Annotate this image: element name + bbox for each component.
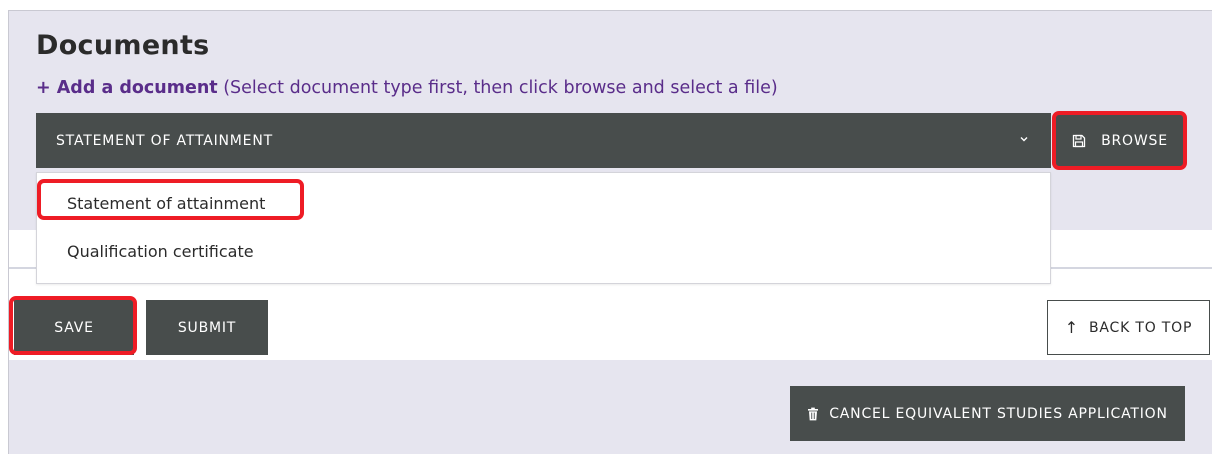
back-to-top-button[interactable]: ↑ BACK TO TOP	[1047, 300, 1210, 355]
arrow-up-icon: ↑	[1064, 318, 1080, 337]
add-document-line: + Add a document (Select document type f…	[36, 78, 778, 98]
trash-icon	[808, 407, 819, 420]
add-document-link[interactable]: + Add a document	[36, 78, 218, 98]
document-type-selected-value: STATEMENT OF ATTAINMENT	[56, 132, 273, 149]
floppy-disk-icon	[1072, 134, 1086, 147]
section-title: Documents	[36, 30, 210, 61]
save-button[interactable]: SAVE	[14, 300, 134, 355]
browse-button[interactable]: BROWSE	[1055, 113, 1184, 168]
browse-label: BROWSE	[1101, 132, 1168, 149]
document-type-select[interactable]: STATEMENT OF ATTAINMENT	[36, 113, 1051, 168]
cancel-application-label: CANCEL EQUIVALENT STUDIES APPLICATION	[829, 405, 1168, 422]
back-to-top-label: BACK TO TOP	[1089, 319, 1193, 336]
document-type-dropdown: Statement of attainment Qualification ce…	[36, 172, 1051, 284]
page: Documents + Add a document (Select docum…	[0, 0, 1212, 454]
option-statement-of-attainment[interactable]: Statement of attainment	[37, 181, 1050, 225]
cancel-application-button[interactable]: CANCEL EQUIVALENT STUDIES APPLICATION	[790, 386, 1185, 441]
add-document-hint: (Select document type first, then click …	[217, 78, 778, 98]
submit-button[interactable]: SUBMIT	[146, 300, 268, 355]
option-qualification-certificate[interactable]: Qualification certificate	[37, 229, 1050, 273]
chevron-down-icon	[1020, 137, 1028, 142]
